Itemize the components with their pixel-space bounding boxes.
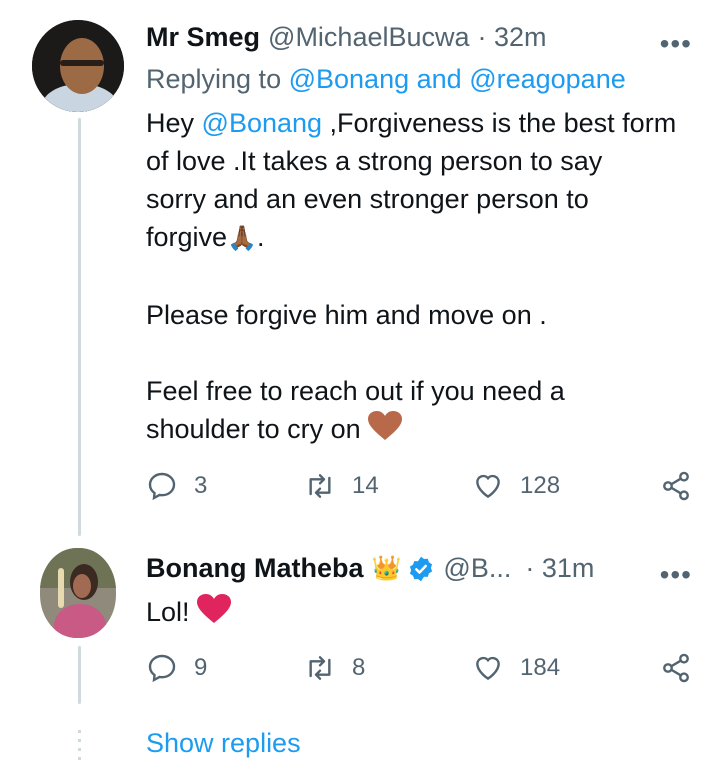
avatar-bonang[interactable] [40,548,116,638]
tweet2-actions: 9 8 184 [146,652,692,692]
heart-icon [476,656,500,681]
tweet2-text: Lol! [146,593,232,634]
praying-hands-icon: 🙏🏾 [227,225,257,252]
thread-dots [78,730,81,766]
reply-icon [148,472,176,501]
tweet1-retweet-button[interactable]: 14 [304,470,379,502]
heart-icon [476,474,500,499]
tweet1-handle[interactable]: @MichaelBucwa [268,22,470,53]
retweet-icon [309,474,331,498]
share-icon [663,653,689,683]
mention-bonang[interactable]: @Bonang [202,108,323,138]
red-heart-icon [197,593,232,634]
tweet2-time[interactable]: · 31m [525,553,594,584]
tweet1-display-name[interactable]: Mr Smeg [146,22,260,53]
tweet2-retweet-button[interactable]: 8 [304,652,365,684]
tweet1-share-button[interactable] [660,470,692,502]
replying-link-reagopane[interactable]: @reagopane [469,64,626,94]
tweet1-more-icon[interactable]: ••• [660,30,692,58]
verified-badge-icon [407,555,435,583]
tweet1-header: Mr Smeg @MichaelBucwa · 32m [146,22,547,53]
tweet1-text: Hey @Bonang ,Forgiveness is the best for… [146,104,676,451]
tweet1-time[interactable]: · 32m [478,22,547,53]
tweet2-like-button[interactable]: 184 [472,652,560,684]
reply-icon [148,654,176,683]
tweet1-like-button[interactable]: 128 [472,470,560,502]
thread-line-2 [78,646,81,704]
brown-heart-icon [368,410,403,451]
tweet2-handle[interactable]: @B... [443,553,511,584]
tweet1-replying-to: Replying to @Bonang and @reagopane [146,64,626,94]
crown-icon: 👑 [371,555,402,582]
avatar-mr-smeg[interactable] [32,20,124,112]
tweet2-share-button[interactable] [660,652,692,684]
replying-link-bonang[interactable]: @Bonang [289,64,410,94]
tweet2-header: Bonang Matheba 👑 @B... · 31m [146,553,594,584]
tweet2-display-name[interactable]: Bonang Matheba [146,553,364,584]
tweet1-reply-button[interactable]: 3 [146,470,207,502]
tweet2-reply-button[interactable]: 9 [146,652,207,684]
retweet-icon [309,656,331,680]
thread-line-1 [78,118,81,536]
show-replies-link[interactable]: Show replies [146,728,301,759]
share-icon [663,471,689,501]
tweet2-more-icon[interactable]: ••• [660,561,692,589]
tweet1-actions: 3 14 128 [146,470,692,510]
